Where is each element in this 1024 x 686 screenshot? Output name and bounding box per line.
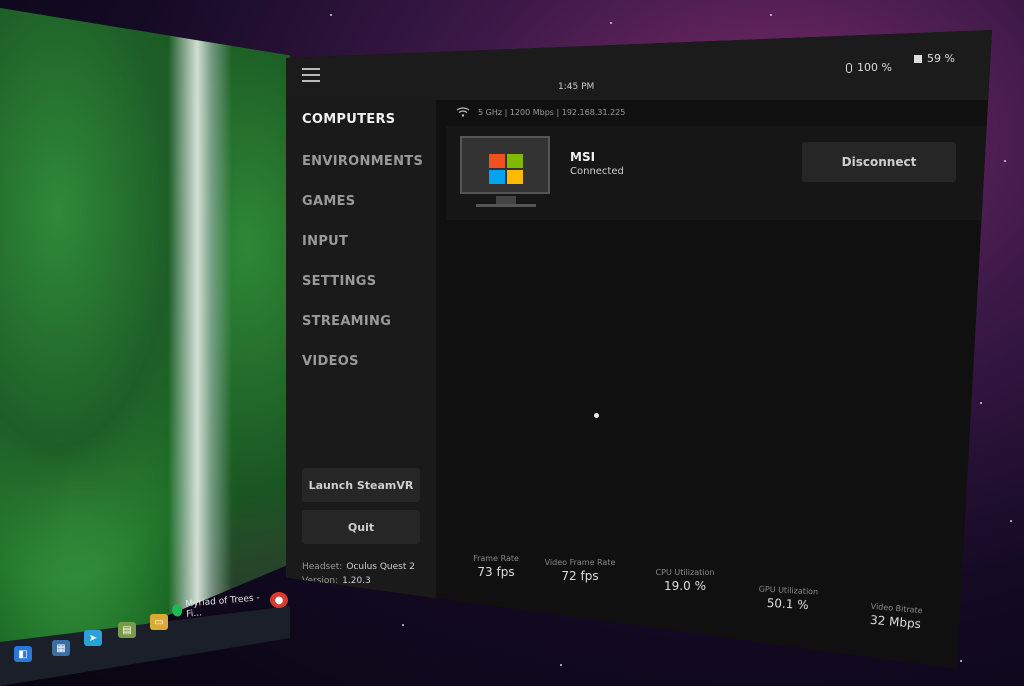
windows-logo-icon — [489, 154, 523, 184]
metric-gpu-utilization: GPU Utilization 50.1 % — [751, 584, 824, 613]
quit-button[interactable]: Quit — [302, 510, 420, 544]
metric-value: 19.0 % — [664, 579, 706, 593]
sidebar-item-computers[interactable]: COMPUTERS — [302, 112, 395, 127]
version-value: 1.20.3 — [342, 576, 371, 586]
metric-cpu-utilization: CPU Utilization 19.0 % — [650, 568, 720, 593]
sidebar-item-games[interactable]: GAMES — [302, 194, 355, 209]
disconnect-button[interactable]: Disconnect — [802, 142, 956, 182]
monitor-base — [476, 204, 536, 207]
headset-battery: 59 % — [914, 52, 955, 65]
metric-value: 72 fps — [561, 569, 599, 583]
metric-video-bitrate: Video Bitrate 32 Mbps — [857, 601, 935, 633]
metric-value: 73 fps — [477, 565, 515, 579]
monitor-stand — [496, 196, 516, 204]
controller-icon — [846, 62, 852, 73]
metric-value: 50.1 % — [766, 595, 810, 613]
sidebar-item-settings[interactable]: SETTINGS — [302, 274, 376, 289]
controller-battery: 100 % — [846, 61, 892, 74]
headset-label: Headset: — [302, 562, 343, 572]
telegram-icon[interactable]: ➤ — [84, 630, 102, 646]
menu-icon[interactable] — [302, 68, 320, 82]
chrome-icon[interactable]: ● — [270, 592, 288, 608]
metric-video-frame-rate: Video Frame Rate 72 fps — [542, 558, 618, 583]
folder-icon[interactable]: ▭ — [150, 614, 168, 630]
network-info: 5 GHz | 1200 Mbps | 192.168.31.225 — [456, 107, 625, 117]
connection-status: Connected — [570, 166, 624, 177]
monitor-icon — [460, 136, 550, 194]
sidebar-item-videos[interactable]: VIDEOS — [302, 354, 359, 369]
metric-label: Video Frame Rate — [544, 558, 616, 567]
sidebar-item-streaming[interactable]: STREAMING — [302, 314, 391, 329]
network-details: 5 GHz | 1200 Mbps | 192.168.31.225 — [478, 107, 626, 117]
headset-battery-value: 59 % — [927, 52, 955, 65]
launch-steamvr-button[interactable]: Launch SteamVR — [302, 468, 420, 502]
computer-name: MSI — [570, 150, 596, 164]
metric-label: Frame Rate — [473, 554, 519, 563]
metric-frame-rate: Frame Rate 73 fps — [466, 554, 526, 579]
pointer-cursor — [594, 413, 599, 418]
headset-value: Oculus Quest 2 — [346, 562, 415, 572]
controller-battery-value: 100 % — [857, 61, 892, 74]
computer-list-item[interactable]: MSI Connected Disconnect — [446, 126, 992, 220]
headset-icon — [914, 54, 922, 63]
notepad-icon[interactable]: ▤ — [118, 622, 136, 638]
start-icon[interactable]: ◧ — [14, 646, 32, 662]
headset-info: Headset: Oculus Quest 2 — [302, 562, 415, 572]
task-view-icon[interactable]: ▦ — [52, 640, 70, 656]
sidebar-item-input[interactable]: INPUT — [302, 234, 348, 249]
sidebar-item-environments[interactable]: ENVIRONMENTS — [302, 154, 423, 169]
wifi-icon — [456, 107, 470, 117]
clock: 1:45 PM — [558, 82, 595, 92]
metric-label: CPU Utilization — [655, 568, 715, 577]
virtual-desktop-panel: 1:45 PM 100 % 59 % COMPUTERS ENVIRONMENT… — [286, 30, 992, 669]
spotify-icon — [171, 604, 183, 617]
